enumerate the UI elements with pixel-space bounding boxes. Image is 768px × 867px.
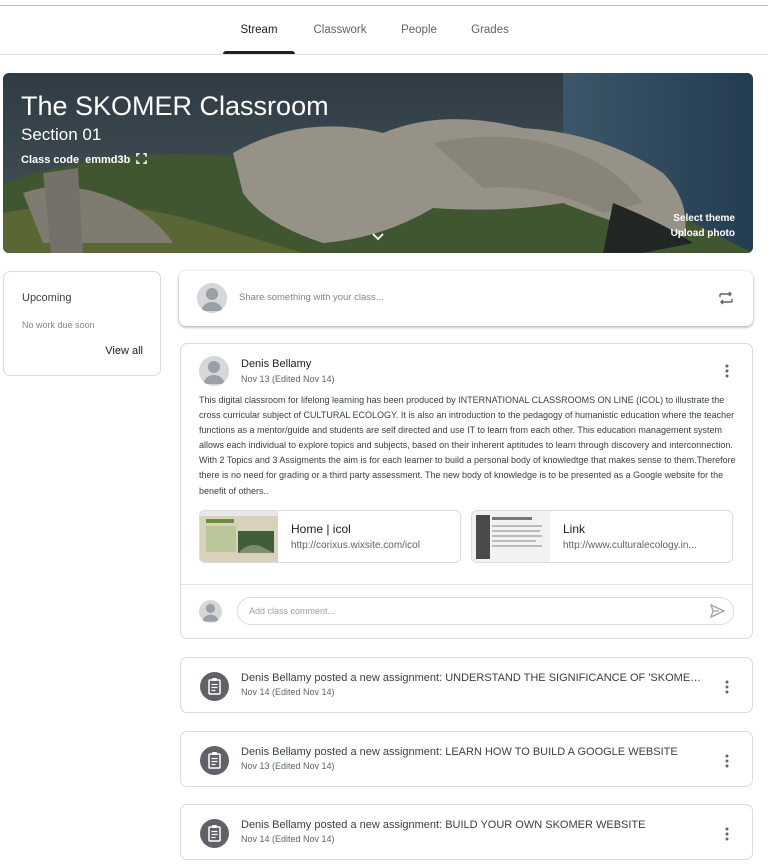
attachment-title: Home | icol bbox=[291, 522, 351, 536]
assignment-title: Denis Bellamy posted a new assignment: L… bbox=[241, 746, 678, 758]
assignment-icon bbox=[200, 746, 229, 775]
more-vert-icon[interactable] bbox=[725, 680, 729, 699]
assignment-title: Denis Bellamy posted a new assignment: B… bbox=[241, 819, 646, 831]
assignment-date: Nov 14 (Edited Nov 14) bbox=[241, 687, 335, 697]
class-code-value: emmd3b bbox=[85, 154, 131, 166]
class-code-label: Class code bbox=[21, 154, 80, 166]
attachment-url: http://www.culturalecology.in... bbox=[563, 540, 697, 551]
attachment-thumbnail bbox=[200, 511, 278, 562]
comment-input[interactable]: Add class comment... bbox=[237, 597, 734, 625]
tab-grades[interactable]: Grades bbox=[462, 6, 518, 54]
assignment-date: Nov 13 (Edited Nov 14) bbox=[241, 761, 335, 771]
share-placeholder[interactable]: Share something with your class... bbox=[239, 292, 384, 303]
attachment-title: Link bbox=[563, 522, 586, 536]
commenter-avatar bbox=[199, 600, 222, 623]
attachment-card[interactable]: Link http://www.culturalecology.in... bbox=[471, 510, 733, 563]
chevron-down-icon[interactable] bbox=[371, 229, 385, 247]
post-author: Denis Bellamy bbox=[241, 358, 312, 370]
tab-stream[interactable]: Stream bbox=[223, 6, 295, 54]
assignment-title: Denis Bellamy posted a new assignment: U… bbox=[241, 672, 706, 684]
comment-placeholder: Add class comment... bbox=[249, 606, 336, 616]
tab-people[interactable]: People bbox=[391, 6, 447, 54]
share-box[interactable]: Share something with your class... bbox=[179, 271, 753, 326]
post-date: Nov 13 (Edited Nov 14) bbox=[241, 374, 335, 384]
send-icon[interactable] bbox=[709, 603, 726, 623]
more-vert-icon[interactable] bbox=[725, 754, 729, 773]
assignment-icon bbox=[200, 819, 229, 848]
upcoming-card: Upcoming No work due soon View all bbox=[3, 271, 161, 376]
class-section: Section 01 bbox=[21, 125, 102, 144]
class-title: The SKOMER Classroom bbox=[21, 91, 329, 121]
upcoming-title: Upcoming bbox=[22, 292, 72, 304]
attachment-thumbnail bbox=[472, 511, 550, 562]
attachment-url: http://corixus.wixsite.com/icol bbox=[291, 540, 420, 551]
upload-photo-link[interactable]: Upload photo bbox=[671, 228, 735, 239]
tab-classwork[interactable]: Classwork bbox=[305, 6, 375, 54]
class-banner: The SKOMER Classroom Section 01 Class co… bbox=[3, 73, 753, 253]
view-all-link[interactable]: View all bbox=[105, 345, 143, 357]
class-tabs: Stream Classwork People Grades bbox=[0, 6, 768, 55]
more-vert-icon[interactable] bbox=[725, 364, 729, 383]
class-code: Class code emmd3b bbox=[21, 153, 148, 167]
post-divider bbox=[181, 584, 752, 585]
user-avatar bbox=[197, 283, 227, 313]
assignment-post[interactable]: Denis Bellamy posted a new assignment: U… bbox=[180, 657, 753, 713]
assignment-icon bbox=[200, 672, 229, 701]
author-avatar bbox=[199, 356, 229, 386]
assignment-post[interactable]: Denis Bellamy posted a new assignment: L… bbox=[180, 731, 753, 787]
post-body: This digital classroom for lifelong lear… bbox=[199, 395, 736, 496]
attachment-card[interactable]: Home | icol http://corixus.wixsite.com/i… bbox=[199, 510, 461, 563]
announcement-post: Denis Bellamy Nov 13 (Edited Nov 14) Thi… bbox=[180, 343, 753, 639]
assignment-date: Nov 14 (Edited Nov 14) bbox=[241, 834, 335, 844]
more-vert-icon[interactable] bbox=[725, 827, 729, 846]
repost-icon[interactable] bbox=[717, 289, 735, 312]
upcoming-empty: No work due soon bbox=[22, 320, 95, 330]
fullscreen-icon[interactable] bbox=[136, 153, 148, 167]
assignment-post[interactable]: Denis Bellamy posted a new assignment: B… bbox=[180, 804, 753, 860]
select-theme-link[interactable]: Select theme bbox=[673, 213, 735, 224]
